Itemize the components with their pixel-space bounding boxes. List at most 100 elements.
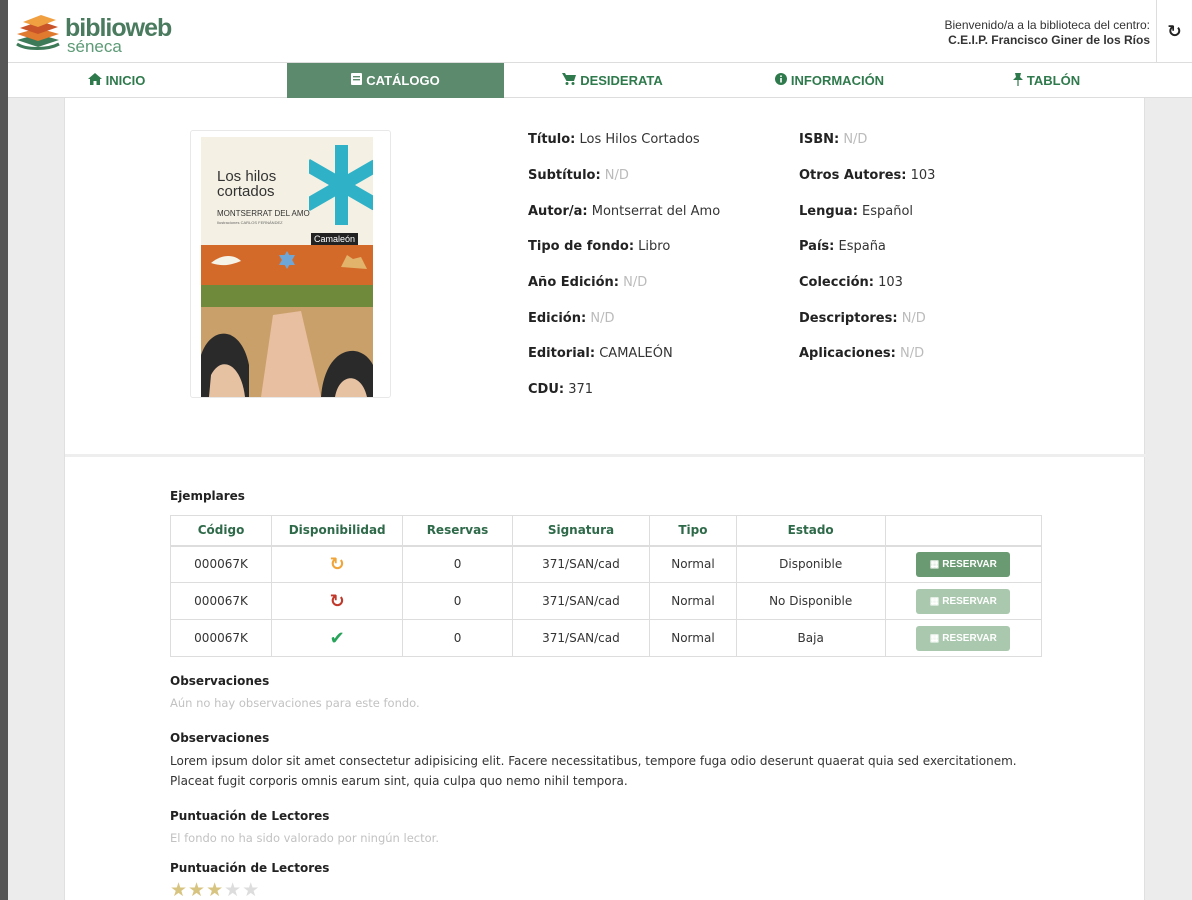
observaciones-empty-text: Aún no hay observaciones para este fondo…: [170, 696, 420, 710]
table-header-row: Código Disponibilidad Reservas Signatura…: [169, 515, 1043, 547]
app: biblioweb séneca Bienvenido/a a la bibli…: [8, 0, 1192, 900]
refresh-button[interactable]: ↻: [1156, 0, 1192, 63]
nav-label: INICIO: [105, 73, 146, 88]
field-label: Autor/a:: [528, 204, 588, 219]
field-ano-edicion: Año Edición: N/D: [528, 275, 647, 290]
field-label: ISBN:: [799, 132, 840, 147]
book-icon: [351, 73, 363, 88]
field-label: Otros Autores:: [799, 168, 907, 183]
cell-signatura: 371/SAN/cad: [511, 582, 651, 620]
column-header: Código: [169, 515, 273, 547]
reservar-button[interactable]: ▦ RESERVAR: [916, 588, 1011, 614]
nav-item-catalogo[interactable]: CATÁLOGO: [287, 63, 504, 98]
refresh-icon: ↻: [1167, 21, 1182, 42]
field-value: N/D: [604, 168, 629, 183]
field-descriptores: Descriptores: N/D: [799, 311, 926, 326]
reservar-button[interactable]: ▦ RESERVAR: [916, 625, 1011, 651]
cell-disponibilidad: ↻: [271, 582, 404, 620]
cover-title: Los hilos cortados: [217, 168, 277, 200]
field-value: 103: [878, 275, 903, 290]
cell-estado: Baja: [735, 619, 886, 657]
asterisk-graphic: [309, 145, 373, 225]
nav-item-tablon[interactable]: TABLÓN: [938, 63, 1155, 98]
nav-item-informacion[interactable]: INFORMACIÓN: [721, 63, 938, 98]
cover-image: Los hilos cortados MONTSERRAT DEL AMO Il…: [201, 137, 373, 397]
nav-label: TABLÓN: [1026, 73, 1081, 88]
puntuacion-title: Puntuación de Lectores: [170, 861, 330, 875]
cell-disponibilidad: ✔: [271, 619, 404, 657]
star-icon[interactable]: ★: [224, 881, 241, 900]
column-header: Signatura: [511, 515, 651, 547]
column-header: Tipo: [649, 515, 737, 547]
book-detail-panel: Los hilos cortados MONTSERRAT DEL AMO Il…: [64, 98, 1146, 900]
biblioweb-logo[interactable]: biblioweb séneca: [14, 8, 172, 56]
puntuacion-empty-title: Puntuación de Lectores: [170, 809, 330, 823]
field-editorial: Editorial: CAMALEÓN: [528, 346, 673, 361]
cover-brand: Camaleón: [311, 233, 359, 245]
window-frame: [0, 0, 8, 900]
cover-illustration: [201, 245, 373, 397]
field-label: Título:: [528, 132, 576, 147]
field-value: Libro: [638, 239, 671, 254]
calendar-icon: ▦: [929, 632, 940, 644]
check-green-icon: ✔: [329, 627, 345, 649]
observaciones-empty-title: Observaciones: [170, 674, 270, 688]
nav-item-desiderata[interactable]: DESIDERATA: [504, 63, 721, 98]
field-value: 103: [910, 168, 936, 183]
main-nav: INICIO CATÁLOGO DESIDERATA INFORMACIÓN T…: [8, 63, 1192, 98]
cell-reservas: 0: [402, 619, 513, 657]
star-icon[interactable]: ★: [242, 881, 259, 900]
field-value: N/D: [590, 311, 615, 326]
column-header: Disponibilidad: [271, 515, 404, 547]
field-coleccion: Colección: 103: [799, 275, 903, 290]
cell-estado: Disponible: [735, 545, 886, 583]
clock-red-icon: ↻: [329, 590, 345, 612]
welcome-message: Bienvenido/a a la biblioteca del centro:…: [945, 18, 1150, 48]
field-autor: Autor/a: Montserrat del Amo: [528, 204, 720, 219]
nav-label: INFORMACIÓN: [790, 73, 885, 88]
cell-tipo: Normal: [649, 619, 737, 657]
top-header: biblioweb séneca Bienvenido/a a la bibli…: [8, 0, 1192, 63]
cell-action: ▦ RESERVAR: [884, 545, 1043, 583]
field-label: Año Edición:: [528, 275, 619, 290]
field-label: Edición:: [528, 311, 587, 326]
puntuacion-empty-text: El fondo no ha sido valorado por ningún …: [170, 831, 439, 845]
logo-sub-text: séneca: [67, 37, 122, 56]
cell-codigo: 000067K: [169, 619, 273, 657]
rating-stars: ★ ★ ★ ★ ★: [170, 881, 259, 900]
home-icon: [87, 73, 102, 88]
star-icon[interactable]: ★: [206, 881, 223, 900]
observaciones-text: Lorem ipsum dolor sit amet consectetur a…: [170, 754, 1017, 788]
field-label: Tipo de fondo:: [528, 239, 635, 254]
star-icon[interactable]: ★: [170, 881, 187, 900]
refresh-orange-icon: ↻: [329, 553, 345, 575]
reservar-button[interactable]: ▦ RESERVAR: [916, 551, 1011, 577]
field-label: Lengua:: [799, 204, 858, 219]
field-subtitulo: Subtítulo: N/D: [528, 168, 629, 183]
field-label: Aplicaciones:: [799, 346, 896, 361]
field-isbn: ISBN: N/D: [799, 132, 867, 147]
school-name: C.E.I.P. Francisco Giner de los Ríos: [948, 33, 1150, 47]
cell-reservas: 0: [402, 545, 513, 583]
star-icon[interactable]: ★: [188, 881, 205, 900]
button-label: RESERVAR: [942, 632, 997, 644]
field-label: CDU:: [528, 382, 565, 397]
table-row: 000067K ↻ 0 371/SAN/cad Normal Disponibl…: [169, 545, 1043, 583]
field-aplicaciones: Aplicaciones: N/D: [799, 346, 924, 361]
field-value: España: [838, 239, 886, 254]
field-otros-autores: Otros Autores: 103: [799, 168, 935, 183]
cell-estado: No Disponible: [735, 582, 886, 620]
observaciones-title: Observaciones: [170, 731, 270, 745]
cell-action: ▦ RESERVAR: [884, 619, 1043, 657]
field-value: N/D: [900, 346, 925, 361]
field-label: Subtítulo:: [528, 168, 601, 183]
column-header: Estado: [735, 515, 886, 547]
cell-disponibilidad: ↻: [271, 545, 404, 583]
table-row: 000067K ↻ 0 371/SAN/cad Normal No Dispon…: [169, 582, 1043, 620]
field-value: N/D: [901, 311, 926, 326]
nav-item-inicio[interactable]: INICIO: [8, 63, 225, 98]
cell-tipo: Normal: [649, 582, 737, 620]
cell-codigo: 000067K: [169, 545, 273, 583]
field-tipo-fondo: Tipo de fondo: Libro: [528, 239, 670, 254]
field-label: País:: [799, 239, 835, 254]
